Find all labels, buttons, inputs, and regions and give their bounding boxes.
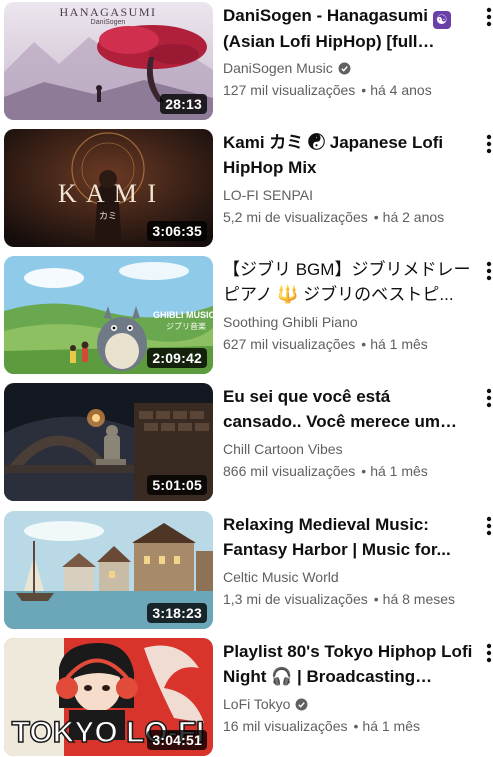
separator-dot: •	[361, 463, 367, 479]
view-count: 16 mil visualizações	[223, 718, 348, 734]
channel-name-text: Chill Cartoon Vibes	[223, 441, 343, 457]
video-meta: Eu sei que você está cansado.. Você mere…	[223, 384, 473, 483]
channel-name-text: Soothing Ghibli Piano	[223, 314, 358, 330]
vertical-ellipsis-icon	[486, 643, 492, 663]
thumb-title-text: HANAGASUMI	[59, 5, 156, 19]
channel-name[interactable]: Soothing Ghibli Piano	[223, 312, 473, 332]
video-item[interactable]: GHIBLI MUSIC ジブリ音楽 2:09:42 【ジブリ BGM】ジブリメ…	[0, 256, 493, 374]
thumb-title-text: K A M I	[58, 179, 158, 208]
more-actions-button[interactable]	[481, 386, 493, 410]
video-stats: 1,3 mi de visualizações • há 8 meses	[223, 588, 473, 611]
vertical-ellipsis-icon	[486, 516, 492, 536]
more-actions-button[interactable]	[481, 259, 493, 283]
duration-badge: 3:04:51	[147, 730, 207, 750]
video-thumbnail[interactable]: HANAGASUMI DaniSogen 28:13	[4, 2, 213, 120]
video-stats: 866 mil visualizações • há 1 mês	[223, 460, 473, 483]
upload-age: há 2 anos	[382, 209, 445, 225]
video-title[interactable]: Relaxing Medieval Music: Fantasy Harbor …	[223, 512, 473, 562]
thumb-subtitle-text: DaniSogen	[91, 19, 126, 26]
view-count: 1,3 mi de visualizações	[223, 591, 368, 607]
video-title-text-tail: (Asian Lofi HipHop) [full album]	[223, 32, 418, 51]
upload-age: há 8 meses	[382, 591, 456, 607]
video-list: HANAGASUMI DaniSogen 28:13 DaniSogen - H…	[0, 0, 493, 757]
channel-name[interactable]: LoFi Tokyo	[223, 694, 473, 714]
duration-badge: 5:01:05	[147, 475, 207, 495]
more-actions-button[interactable]	[481, 641, 493, 665]
thumb-subtitle-text: ジブリ音楽	[166, 321, 206, 331]
upload-age: há 1 mês	[370, 463, 428, 479]
verified-check-icon	[338, 62, 351, 74]
video-item[interactable]: 3:18:23 Relaxing Medieval Music: Fantasy…	[0, 511, 493, 629]
upload-age: há 1 mês	[370, 336, 428, 352]
channel-name[interactable]: Chill Cartoon Vibes	[223, 439, 473, 459]
vertical-ellipsis-icon	[486, 134, 492, 154]
video-item[interactable]: K A M I カミ 3:06:35 Kami カミ ☯ Japanese Lo…	[0, 129, 493, 247]
channel-name-text: DaniSogen Music	[223, 60, 333, 76]
separator-dot: •	[353, 718, 359, 734]
duration-badge: 2:09:42	[147, 348, 207, 368]
video-stats: 127 mil visualizações • há 4 anos	[223, 79, 473, 102]
video-item[interactable]: 5:01:05 Eu sei que você está cansado.. V…	[0, 383, 493, 501]
video-meta: 【ジブリ BGM】ジブリメドレーピアノ 🔱 ジブリのベストピ... Soothi…	[223, 257, 473, 356]
video-meta: DaniSogen - Hanagasumi ☯ (Asian Lofi Hip…	[223, 3, 473, 102]
video-meta: Relaxing Medieval Music: Fantasy Harbor …	[223, 512, 473, 611]
more-actions-button[interactable]	[481, 5, 493, 29]
vertical-ellipsis-icon	[486, 261, 492, 281]
separator-dot: •	[373, 591, 379, 607]
view-count: 627 mil visualizações	[223, 336, 356, 352]
vertical-ellipsis-icon	[486, 388, 492, 408]
video-title-text: DaniSogen - Hanagasumi	[223, 6, 433, 25]
view-count: 5,2 mi de visualizações	[223, 209, 368, 225]
thumb-subtitle-text: カミ	[99, 211, 117, 222]
view-count: 127 mil visualizações	[223, 82, 356, 98]
video-title[interactable]: DaniSogen - Hanagasumi ☯ (Asian Lofi Hip…	[223, 3, 473, 53]
view-count: 866 mil visualizações	[223, 463, 356, 479]
yin-yang-emoji-icon: ☯	[432, 11, 451, 29]
video-meta: Kami カミ ☯ Japanese Lofi HipHop Mix LO-FI…	[223, 130, 473, 229]
video-title[interactable]: Kami カミ ☯ Japanese Lofi HipHop Mix	[223, 130, 473, 180]
separator-dot: •	[361, 336, 367, 352]
video-thumbnail[interactable]: 5:01:05	[4, 383, 213, 501]
upload-age: há 1 mês	[362, 718, 420, 734]
video-title[interactable]: Eu sei que você está cansado.. Você mere…	[223, 384, 473, 434]
more-actions-button[interactable]	[481, 132, 493, 156]
separator-dot: •	[373, 209, 379, 225]
duration-badge: 3:06:35	[147, 221, 207, 241]
video-thumbnail[interactable]: 3:18:23	[4, 511, 213, 629]
channel-name-text: LO-FI SENPAI	[223, 187, 313, 203]
duration-badge: 3:18:23	[147, 603, 207, 623]
video-thumbnail[interactable]: TOKYO LO-FI 3:04:51	[4, 638, 213, 756]
verified-check-icon	[295, 698, 308, 710]
vertical-ellipsis-icon	[486, 7, 492, 27]
more-actions-button[interactable]	[481, 514, 493, 538]
upload-age: há 4 anos	[370, 82, 432, 98]
video-meta: Playlist 80's Tokyo Hiphop Lofi Night 🎧 …	[223, 639, 473, 738]
video-stats: 16 mil visualizações • há 1 mês	[223, 715, 473, 738]
video-thumbnail[interactable]: GHIBLI MUSIC ジブリ音楽 2:09:42	[4, 256, 213, 374]
channel-name[interactable]: Celtic Music World	[223, 567, 473, 587]
video-thumbnail[interactable]: K A M I カミ 3:06:35	[4, 129, 213, 247]
video-title[interactable]: 【ジブリ BGM】ジブリメドレーピアノ 🔱 ジブリのベストピ...	[223, 257, 473, 307]
thumb-title-text: GHIBLI MUSIC	[153, 310, 213, 320]
separator-dot: •	[361, 82, 367, 98]
channel-name[interactable]: LO-FI SENPAI	[223, 185, 473, 205]
video-stats: 5,2 mi de visualizações • há 2 anos	[223, 206, 473, 229]
duration-badge: 28:13	[160, 94, 207, 114]
channel-name-text: LoFi Tokyo	[223, 696, 291, 712]
video-item[interactable]: HANAGASUMI DaniSogen 28:13 DaniSogen - H…	[0, 2, 493, 120]
video-item[interactable]: TOKYO LO-FI 3:04:51 Playlist 80's Tokyo …	[0, 638, 493, 756]
video-title[interactable]: Playlist 80's Tokyo Hiphop Lofi Night 🎧 …	[223, 639, 473, 689]
channel-name-text: Celtic Music World	[223, 569, 339, 585]
video-stats: 627 mil visualizações • há 1 mês	[223, 333, 473, 356]
channel-name[interactable]: DaniSogen Music	[223, 58, 473, 78]
